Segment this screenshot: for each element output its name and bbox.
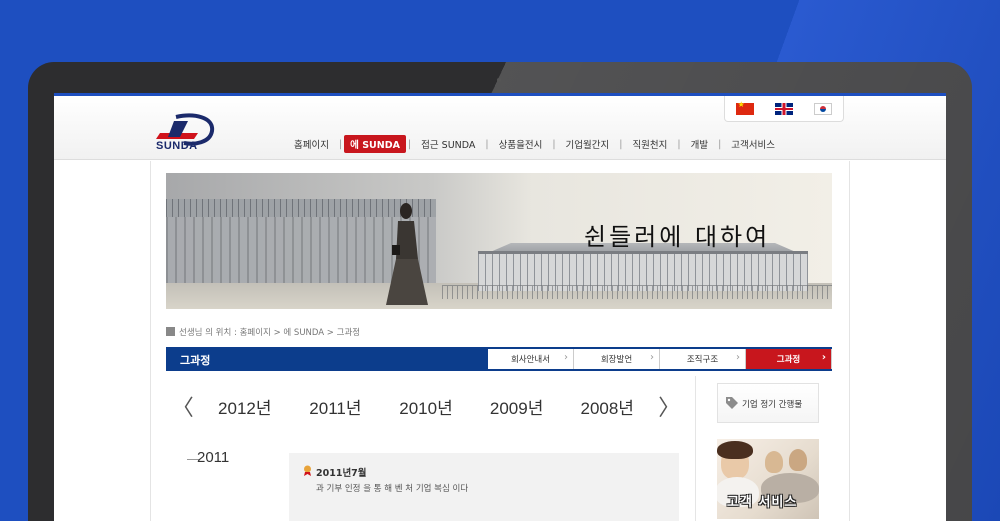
nav-item-access-sunda[interactable]: 접근 SUNDA: [413, 137, 483, 151]
customer-service-card[interactable]: 고객 서비스: [717, 439, 819, 519]
year-item[interactable]: 2009년: [471, 394, 562, 419]
tab-history[interactable]: 그과정: [746, 349, 832, 369]
nav-separator: |: [718, 138, 722, 150]
section-subnav: 그과정 회사안내서 회장발언 조직구조 그과정: [166, 347, 832, 371]
year-selector: 〈 2012년 2011년 2010년 2009년 2008년 〉: [166, 386, 686, 426]
site-header: SUNDA 홈페이지 | 에 SUNDA | 접근 SUNDA | 상품을전시 …: [54, 96, 946, 160]
column-divider: [695, 376, 696, 521]
nav-separator: |: [677, 138, 681, 150]
breadcrumb-text[interactable]: 선생님 의 위치 : 홈페이지 > 에 SUNDA > 그과정: [179, 328, 360, 338]
nav-separator: |: [338, 138, 343, 150]
nav-item-products[interactable]: 상품을전시: [491, 137, 551, 151]
nav-item-development[interactable]: 개발: [683, 137, 716, 151]
nav-item-about-sunda[interactable]: 에 SUNDA: [344, 135, 406, 153]
logo-text[interactable]: SUNDA: [156, 140, 198, 152]
camera-dot: [497, 78, 501, 82]
nav-separator: |: [552, 138, 556, 150]
walking-woman-image: [386, 203, 428, 305]
year-item[interactable]: 2011년: [290, 394, 381, 419]
corporate-periodical-card[interactable]: 기업 정기 간행물: [717, 383, 819, 423]
timeline-year: 2011: [197, 449, 230, 466]
china-flag-icon[interactable]: [735, 100, 754, 115]
chevron-left-icon[interactable]: 〈: [166, 390, 199, 422]
agent3-face-image: [789, 449, 807, 471]
nav-separator: |: [619, 138, 623, 150]
tab-company-intro[interactable]: 회사안내서: [488, 349, 574, 369]
nav-item-home[interactable]: 홈페이지: [286, 137, 337, 151]
event-date: 2011년7월: [316, 468, 367, 479]
nav-separator: |: [407, 138, 412, 150]
customer-service-label: 고객 서비스: [727, 495, 798, 510]
corporate-periodical-label: 기업 정기 간행물: [742, 400, 803, 410]
breadcrumb: 선생님 의 위치 : 홈페이지 > 에 SUNDA > 그과정: [166, 326, 360, 338]
year-item[interactable]: 2008년: [562, 394, 653, 419]
banner-fence: [442, 285, 832, 299]
browser-screen: SUNDA 홈페이지 | 에 SUNDA | 접근 SUNDA | 상품을전시 …: [54, 93, 946, 521]
tab-chairman-speech[interactable]: 회장발언: [574, 349, 660, 369]
agent2-face-image: [765, 451, 783, 473]
nav-item-customer-service[interactable]: 고객서비스: [723, 137, 783, 151]
main-nav: 홈페이지 | 에 SUNDA | 접근 SUNDA | 상품을전시 | 기업월간…: [286, 135, 783, 153]
nav-item-staff[interactable]: 직원천지: [624, 137, 675, 151]
subnav-tabs: 회사안내서 회장발언 조직구조 그과정: [488, 349, 832, 369]
page-content: 쉰들러에 대하여 선생님 의 위치 : 홈페이지 > 에 SUNDA > 그과정…: [150, 161, 850, 521]
chevron-right-icon[interactable]: 〉: [653, 390, 686, 422]
section-title: 그과정: [180, 354, 211, 367]
event-description: 과 기부 인정 을 통 해 벤 처 기업 복심 이다: [316, 484, 469, 494]
tag-icon: [726, 397, 738, 409]
nav-item-monthly[interactable]: 기업월간지: [558, 137, 618, 151]
banner-title: 쉰들러에 대하여: [584, 223, 771, 251]
uk-flag-icon[interactable]: [774, 102, 793, 115]
award-icon: [304, 465, 311, 476]
nav-separator: |: [485, 138, 489, 150]
tab-organization[interactable]: 조직구조: [660, 349, 746, 369]
location-icon: [166, 327, 175, 336]
korea-flag-icon[interactable]: [814, 102, 833, 115]
timeline-event: 2011년7월 과 기부 인정 을 통 해 벤 처 기업 복심 이다: [289, 453, 679, 521]
agent-hair-image: [717, 441, 753, 459]
year-item[interactable]: 2012년: [199, 394, 290, 419]
language-switcher: [724, 96, 844, 122]
year-item[interactable]: 2010년: [381, 394, 472, 419]
hero-banner: 쉰들러에 대하여: [166, 173, 832, 309]
